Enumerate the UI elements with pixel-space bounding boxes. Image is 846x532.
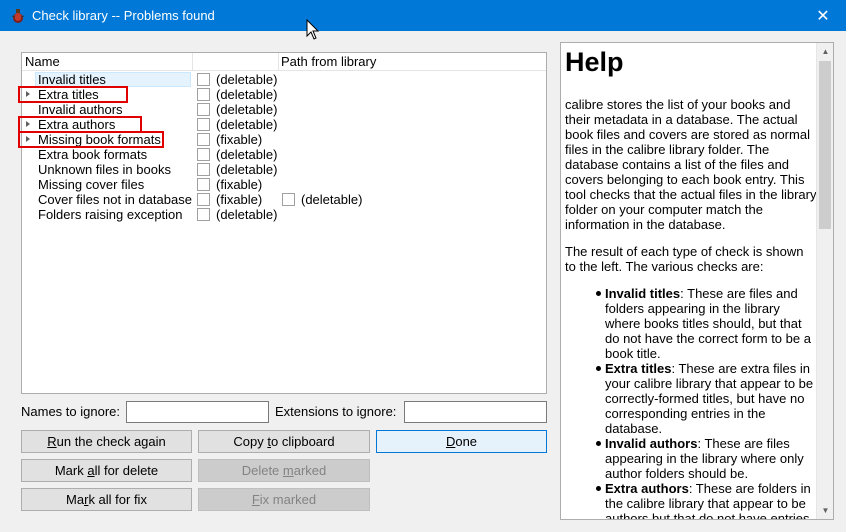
button-label: Delete marked bbox=[241, 463, 327, 478]
scroll-up-icon[interactable]: ▲ bbox=[817, 43, 833, 60]
tree-row[interactable]: Missing cover files (fixable) bbox=[22, 177, 546, 192]
tree-row-label: Cover files not in database bbox=[38, 192, 192, 207]
help-term: Invalid authors bbox=[605, 436, 698, 451]
mouse-cursor-icon bbox=[306, 19, 320, 40]
help-scrollbar[interactable]: ▲ ▼ bbox=[816, 43, 833, 519]
tree-row-label: Invalid titles bbox=[38, 72, 106, 87]
tree-row-label: Folders raising exception bbox=[38, 207, 183, 222]
mark-checkbox[interactable] bbox=[197, 118, 210, 131]
names-to-ignore-label: Names to ignore: bbox=[21, 404, 120, 419]
button-label: Run the check again bbox=[47, 434, 166, 449]
names-to-ignore-input[interactable] bbox=[126, 401, 269, 423]
row-status-secondary: (deletable) bbox=[301, 192, 363, 207]
scroll-thumb[interactable] bbox=[819, 61, 831, 229]
row-status: (fixable) bbox=[216, 132, 263, 147]
mark-all-for-delete-button[interactable]: Mark all for delete bbox=[21, 459, 192, 482]
calibre-app-icon bbox=[11, 8, 25, 23]
scroll-down-icon[interactable]: ▼ bbox=[817, 502, 833, 519]
tree-row[interactable]: Extra book formats (deletable) bbox=[22, 147, 546, 162]
tree-row[interactable]: Extra titles (deletable) bbox=[22, 87, 546, 102]
tree-row-label: Unknown files in books bbox=[38, 162, 171, 177]
tree-row[interactable]: Unknown files in books (deletable) bbox=[22, 162, 546, 177]
mark-checkbox[interactable] bbox=[197, 103, 210, 116]
column-header-name[interactable]: Name bbox=[25, 54, 60, 69]
help-paragraph-2: The result of each type of check is show… bbox=[565, 244, 804, 274]
help-check-list: Invalid titles: These are files and fold… bbox=[593, 286, 817, 519]
row-status: (deletable) bbox=[216, 147, 278, 162]
column-divider[interactable] bbox=[278, 53, 279, 71]
row-status: (deletable) bbox=[216, 162, 278, 177]
tree-row-label: Extra book formats bbox=[38, 147, 148, 162]
row-status: (deletable) bbox=[216, 102, 278, 117]
help-term: Extra authors bbox=[605, 481, 689, 496]
tree-row[interactable]: Invalid titles (deletable) bbox=[22, 72, 546, 87]
column-divider[interactable] bbox=[192, 53, 193, 71]
close-button[interactable]: ✕ bbox=[800, 0, 846, 31]
mark-checkbox[interactable] bbox=[197, 73, 210, 86]
tree-row[interactable]: Extra authors (deletable) bbox=[22, 117, 546, 132]
column-header-path[interactable]: Path from library bbox=[281, 54, 376, 69]
tree-row-label: Missing cover files bbox=[38, 177, 145, 192]
tree-row-label: Extra titles bbox=[38, 87, 99, 102]
problems-tree[interactable]: Name Path from library Invalid titles (de… bbox=[18, 52, 547, 394]
button-label: Mark all for fix bbox=[66, 492, 147, 507]
extensions-to-ignore-label: Extensions to ignore: bbox=[275, 404, 397, 419]
mark-checkbox[interactable] bbox=[197, 148, 210, 161]
help-term: Extra titles bbox=[605, 361, 672, 376]
mark-all-for-fix-button[interactable]: Mark all for fix bbox=[21, 488, 192, 511]
mark-checkbox[interactable] bbox=[197, 193, 210, 206]
mark-checkbox-secondary[interactable] bbox=[282, 193, 295, 206]
copy-to-clipboard-button[interactable]: Copy to clipboard bbox=[198, 430, 370, 453]
expand-arrow-icon[interactable] bbox=[26, 136, 30, 142]
expand-arrow-icon[interactable] bbox=[26, 121, 30, 127]
tree-row[interactable]: Missing book formats (fixable) bbox=[22, 132, 546, 147]
row-status: (deletable) bbox=[216, 207, 278, 222]
tree-row[interactable]: Folders raising exception (deletable) bbox=[22, 207, 546, 222]
tree-row-label: Extra authors bbox=[38, 117, 116, 132]
fix-marked-button[interactable]: Fix marked bbox=[198, 488, 370, 511]
mark-checkbox[interactable] bbox=[197, 163, 210, 176]
mark-checkbox[interactable] bbox=[197, 178, 210, 191]
run-check-again-button[interactable]: Run the check again bbox=[21, 430, 192, 453]
button-label: Fix marked bbox=[251, 492, 317, 507]
window-title: Check library -- Problems found bbox=[32, 8, 215, 23]
row-status: (deletable) bbox=[216, 117, 278, 132]
mark-checkbox[interactable] bbox=[197, 88, 210, 101]
expand-arrow-icon[interactable] bbox=[26, 91, 30, 97]
tree-row[interactable]: Cover files not in database (fixable) (del… bbox=[22, 192, 546, 207]
button-label: Mark all for delete bbox=[54, 463, 159, 478]
help-list-item: Invalid authors: These are files appeari… bbox=[593, 436, 817, 481]
button-label: Done bbox=[445, 434, 478, 449]
row-status: (deletable) bbox=[216, 72, 278, 87]
delete-marked-button[interactable]: Delete marked bbox=[198, 459, 370, 482]
mark-checkbox[interactable] bbox=[197, 133, 210, 146]
close-icon: ✕ bbox=[816, 7, 830, 25]
help-list-item: Extra titles: These are extra files in y… bbox=[593, 361, 817, 436]
row-status: (fixable) bbox=[216, 192, 263, 207]
button-label: Copy to clipboard bbox=[233, 434, 335, 449]
help-paragraph-1: calibre stores the list of your books an… bbox=[565, 97, 817, 232]
help-panel[interactable]: Help calibre stores the list of your boo… bbox=[560, 42, 834, 520]
extensions-to-ignore-input[interactable] bbox=[404, 401, 547, 423]
help-list-item: Invalid titles: These are files and fold… bbox=[593, 286, 817, 361]
help-term: Invalid titles bbox=[605, 286, 681, 301]
tree-row-label: Missing book formats bbox=[38, 132, 161, 147]
done-button[interactable]: Done bbox=[376, 430, 547, 453]
mark-checkbox[interactable] bbox=[197, 208, 210, 221]
help-heading: Help bbox=[565, 47, 624, 77]
tree-row-label: Invalid authors bbox=[38, 102, 123, 117]
title-bar: Check library -- Problems found ✕ bbox=[0, 0, 846, 31]
row-status: (fixable) bbox=[216, 177, 263, 192]
row-status: (deletable) bbox=[216, 87, 278, 102]
tree-row[interactable]: Invalid authors (deletable) bbox=[22, 102, 546, 117]
help-list-item: Extra authors: These are folders in the … bbox=[593, 481, 817, 519]
tree-header: Name Path from library bbox=[22, 53, 546, 71]
help-content: Help calibre stores the list of your boo… bbox=[565, 43, 817, 519]
